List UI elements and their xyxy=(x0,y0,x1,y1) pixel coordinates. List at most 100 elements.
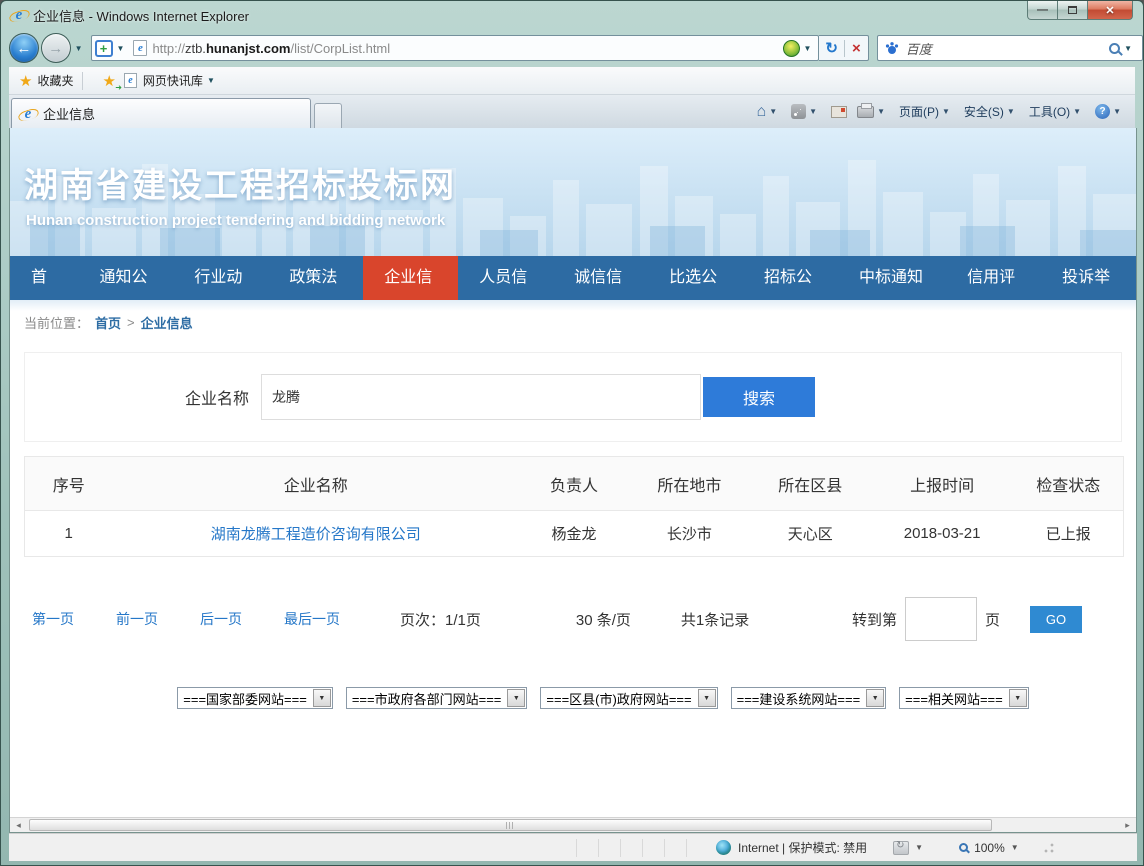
history-dropdown-icon[interactable]: ▼ xyxy=(75,44,83,53)
corp-name-label: 企业名称 xyxy=(185,385,249,409)
feeds-label[interactable]: 网页快讯库 xyxy=(143,72,203,89)
mail-icon xyxy=(831,106,847,118)
zone-text: Internet | 保护模式: 禁用 xyxy=(738,839,867,856)
feeds-button[interactable]: ▼ xyxy=(791,104,821,119)
col-corp-name: 企业名称 xyxy=(112,457,519,511)
new-tab-button[interactable] xyxy=(314,103,342,128)
resize-grip-icon[interactable] xyxy=(1043,842,1055,854)
help-menu[interactable]: ?▼ xyxy=(1095,104,1125,119)
nav-item-tender[interactable]: 招标公告 xyxy=(743,256,838,300)
nav-item-industry[interactable]: 行业动态 xyxy=(173,256,268,300)
safety-menu[interactable]: 安全(S)▼ xyxy=(964,103,1019,120)
cell-report-date: 2018-03-21 xyxy=(871,511,1014,557)
nav-item-credit-info[interactable]: 诚信信息 xyxy=(553,256,648,300)
security-scan-icon[interactable] xyxy=(783,40,800,57)
nav-item-corp-info[interactable]: 企业信息 xyxy=(363,256,458,300)
scrollbar-thumb[interactable] xyxy=(29,819,992,831)
nav-item-complaints[interactable]: 投诉举报 xyxy=(1041,256,1136,300)
breadcrumb-label: 当前位置： xyxy=(24,313,89,332)
nav-item-award-notice[interactable]: 中标通知书 xyxy=(838,256,946,300)
browser-window: e 企业信息 - Windows Internet Explorer — ✕ ←… xyxy=(0,0,1144,866)
forward-button[interactable]: → xyxy=(41,33,71,63)
select-national-sites[interactable]: ===国家部委网站===▼ xyxy=(177,687,333,709)
printer-icon xyxy=(857,106,874,118)
search-button[interactable]: 搜索 xyxy=(703,377,815,417)
scan-dropdown-icon[interactable]: ▼ xyxy=(804,44,812,53)
chevron-down-icon[interactable]: ▼ xyxy=(117,44,125,53)
breadcrumb-current-link[interactable]: 企业信息 xyxy=(141,313,193,332)
select-city-dept-sites[interactable]: ===市政府各部门网站===▼ xyxy=(346,687,528,709)
zoom-control[interactable]: 100% ▼ xyxy=(959,841,1029,855)
nav-item-personnel[interactable]: 人员信息 xyxy=(458,256,553,300)
add-favorite-icon[interactable]: ★ xyxy=(102,72,115,90)
favorites-label[interactable]: 收藏夹 xyxy=(37,72,73,89)
address-buttons: ↻ × xyxy=(819,35,868,61)
shield-add-icon[interactable]: + xyxy=(95,40,113,57)
zoom-icon xyxy=(959,843,968,852)
cell-principal: 杨金龙 xyxy=(519,511,629,557)
select-district-gov-sites[interactable]: ===区县(市)政府网站===▼ xyxy=(540,687,717,709)
maximize-button[interactable] xyxy=(1057,1,1088,20)
stop-icon[interactable]: × xyxy=(844,40,868,57)
select-construction-sites[interactable]: ===建设系统网站===▼ xyxy=(731,687,887,709)
col-district: 所在区县 xyxy=(750,457,871,511)
web-search-box[interactable]: 百度 ▼ xyxy=(877,35,1143,61)
home-button[interactable]: ⌂▼ xyxy=(757,103,782,121)
prev-page-link[interactable]: 前一页 xyxy=(116,609,158,629)
url-text[interactable]: http://ztb.hunanjst.com/list/CorpList.ht… xyxy=(152,41,390,56)
site-subtitle: Hunan construction project tendering and… xyxy=(26,212,445,229)
minimize-button[interactable]: — xyxy=(1027,1,1058,20)
select-related-sites[interactable]: ===相关网站===▼ xyxy=(899,687,1029,709)
scroll-right-arrow[interactable]: ▸ xyxy=(1119,818,1136,832)
url-prefix: http:// xyxy=(152,41,185,56)
globe-icon xyxy=(716,840,731,855)
tab-corp-info[interactable]: e 企业信息 xyxy=(11,98,311,128)
status-bar: Internet | 保护模式: 禁用 ▼ 100% ▼ xyxy=(9,833,1137,861)
cell-status: 已上报 xyxy=(1014,511,1124,557)
scroll-left-arrow[interactable]: ◂ xyxy=(10,818,27,832)
corp-table: 序号 企业名称 负责人 所在地市 所在区县 上报时间 检查状态 1 湖南龙腾工程… xyxy=(24,456,1124,557)
tools-menu[interactable]: 工具(O)▼ xyxy=(1029,103,1085,120)
back-button[interactable]: ← xyxy=(9,33,39,63)
feeds-page-icon[interactable]: e xyxy=(124,73,137,88)
page-refresh-icon xyxy=(893,841,909,855)
print-button[interactable]: ▼ xyxy=(857,106,889,118)
url-path: /list/CorpList.html xyxy=(290,41,390,56)
go-button[interactable]: GO xyxy=(1030,606,1082,633)
breadcrumb-home-link[interactable]: 首页 xyxy=(95,313,121,332)
command-bar: ⌂▼ ▼ ▼ 页面(P)▼ 安全(S)▼ 工具(O)▼ ?▼ xyxy=(747,95,1135,128)
nav-item-comparison[interactable]: 比选公告 xyxy=(648,256,743,300)
search-magnifier-icon[interactable] xyxy=(1109,43,1120,54)
favorites-star-icon[interactable]: ★ xyxy=(19,72,32,90)
page-menu[interactable]: 页面(P)▼ xyxy=(899,103,954,120)
cell-seq: 1 xyxy=(25,511,113,557)
next-page-link[interactable]: 后一页 xyxy=(200,609,242,629)
chevron-down-icon: ▼ xyxy=(507,689,525,707)
corp-name-link[interactable]: 湖南龙腾工程造价咨询有限公司 xyxy=(211,526,421,543)
separator xyxy=(82,72,83,90)
url-host: hunanjst.com xyxy=(206,41,291,56)
protected-mode-button[interactable]: ▼ xyxy=(893,841,933,855)
refresh-icon[interactable]: ↻ xyxy=(819,39,844,57)
nav-item-credit-eval[interactable]: 信用评价 xyxy=(946,256,1041,300)
search-dropdown-icon[interactable]: ▼ xyxy=(1124,44,1132,53)
corp-name-input[interactable] xyxy=(261,374,701,420)
window-controls: — ✕ xyxy=(1028,1,1133,20)
feeds-dropdown-icon[interactable]: ▼ xyxy=(207,76,215,85)
cell-city: 长沙市 xyxy=(629,511,750,557)
close-button[interactable]: ✕ xyxy=(1087,1,1133,20)
mail-button[interactable] xyxy=(831,106,847,118)
last-page-link[interactable]: 最后一页 xyxy=(284,609,340,629)
nav-item-notices[interactable]: 通知公告 xyxy=(78,256,173,300)
nav-item-policy[interactable]: 政策法规 xyxy=(268,256,363,300)
col-principal: 负责人 xyxy=(519,457,629,511)
address-bar[interactable]: + ▼ e http://ztb.hunanjst.com/list/CorpL… xyxy=(91,35,820,61)
zoom-level: 100% xyxy=(974,841,1005,855)
address-toolbar: ← → ▼ + ▼ e http://ztb.hunanjst.com/list… xyxy=(1,29,1143,67)
baidu-icon xyxy=(884,40,900,56)
nav-item-home[interactable]: 首页 xyxy=(10,256,78,300)
horizontal-scrollbar[interactable]: ◂ ▸ xyxy=(10,817,1136,832)
first-page-link[interactable]: 第一页 xyxy=(32,609,74,629)
title-bar[interactable]: e 企业信息 - Windows Internet Explorer xyxy=(1,1,1143,29)
goto-page-input[interactable] xyxy=(905,597,977,641)
